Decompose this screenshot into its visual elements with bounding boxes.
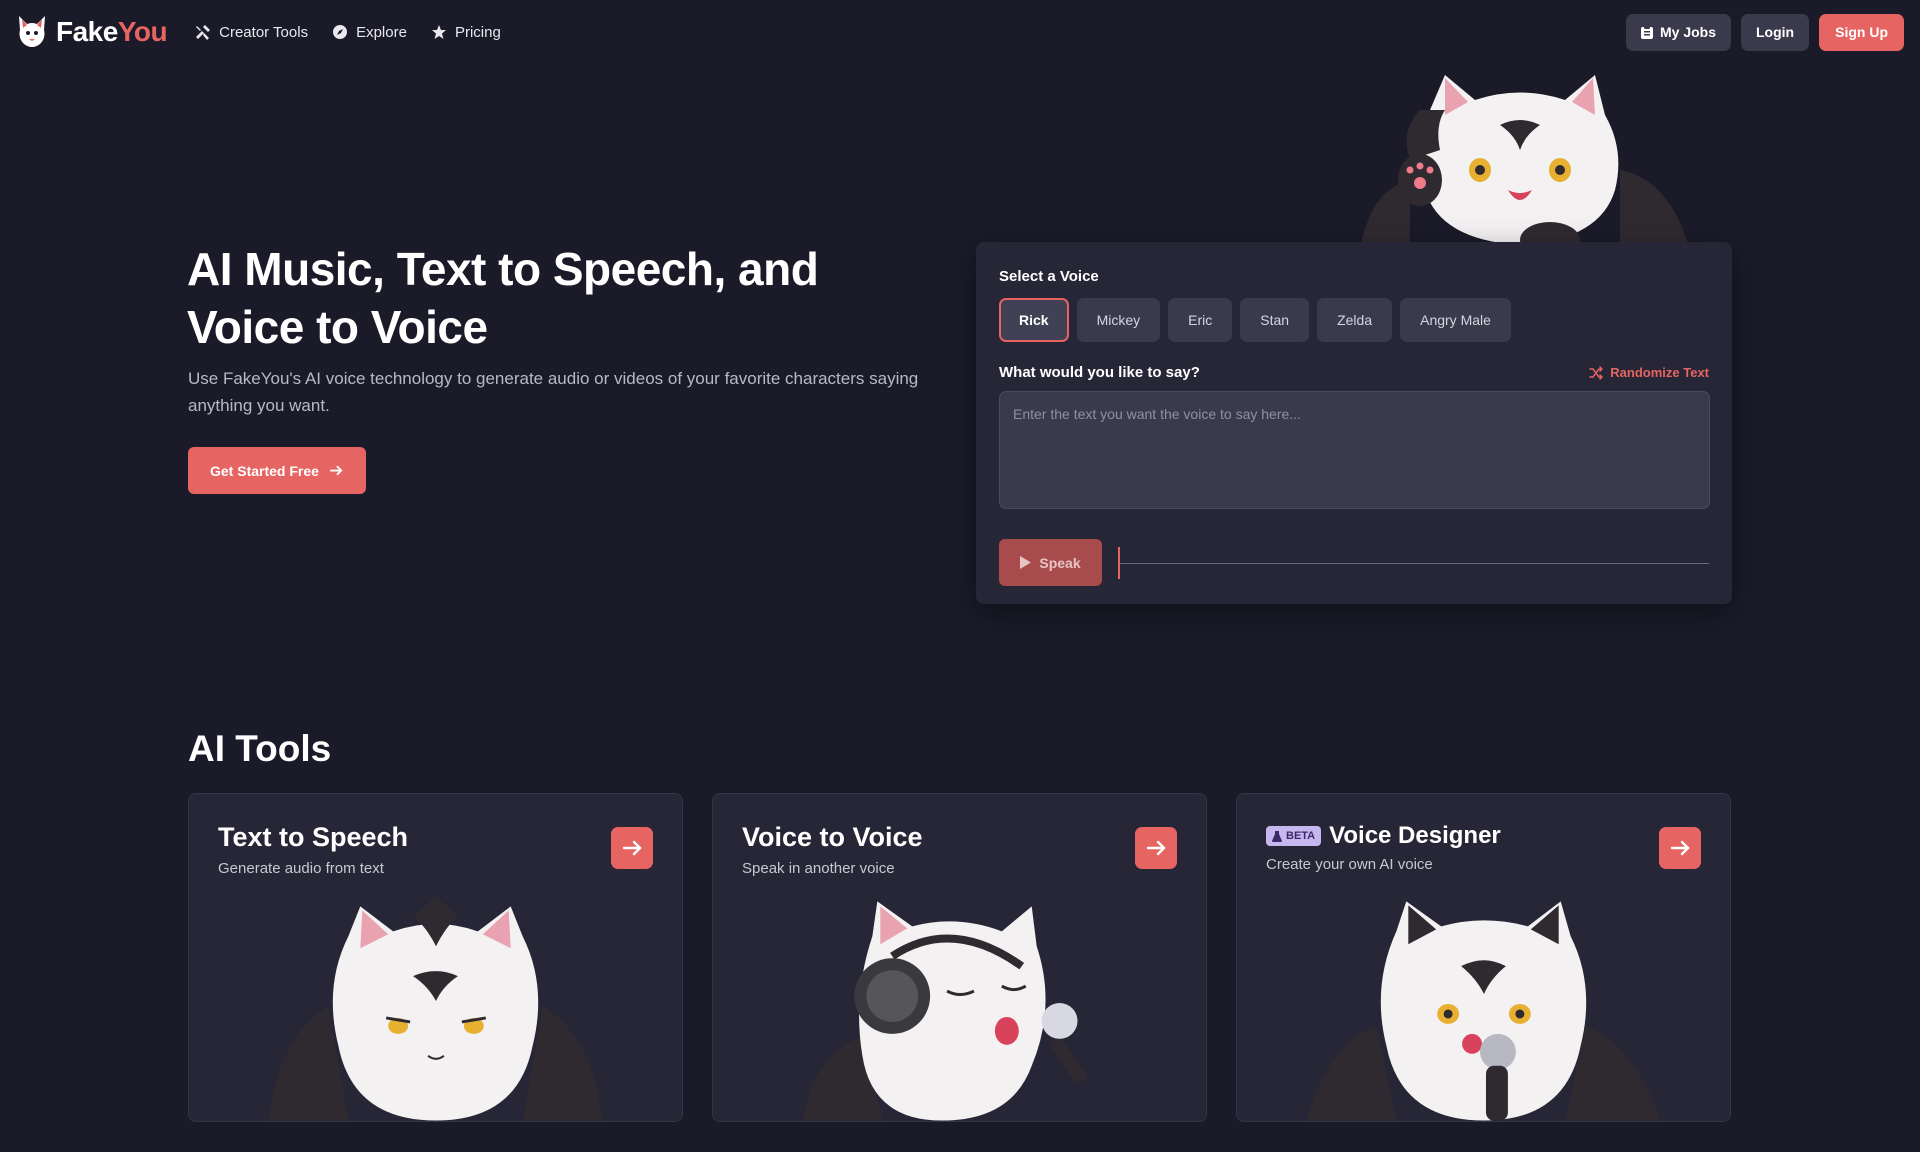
card-title: Text to Speech — [218, 822, 409, 852]
my-jobs-button[interactable]: My Jobs — [1625, 13, 1731, 51]
nav-links: Creator Tools Explore Pricing — [195, 24, 501, 41]
say-row: What would you like to say? Randomize Te… — [999, 364, 1709, 381]
clipboard-icon — [1640, 25, 1653, 39]
speak-button[interactable]: Speak — [999, 539, 1102, 586]
tools-icon — [196, 25, 211, 40]
star-icon — [431, 25, 446, 39]
arrow-right-icon — [1146, 840, 1166, 856]
card-subtitle: Generate audio from text — [218, 860, 384, 877]
voice-chips: Rick Mickey Eric Stan Zelda Angry Male — [999, 298, 1709, 342]
nav-actions: My Jobs Login Sign Up — [1625, 13, 1904, 51]
voice-chip-mickey[interactable]: Mickey — [1076, 298, 1161, 342]
voice-chip-zelda[interactable]: Zelda — [1317, 298, 1393, 342]
arrow-right-icon — [329, 465, 343, 476]
mascot-tts-illustration — [268, 896, 603, 1121]
speak-row: Speak — [999, 539, 1709, 586]
tts-text-input[interactable] — [999, 391, 1710, 509]
arrow-right-icon — [1670, 840, 1690, 856]
play-icon — [1020, 556, 1032, 569]
nav-explore[interactable]: Explore — [332, 24, 407, 41]
hero-subtitle: Use FakeYou's AI voice technology to gen… — [188, 369, 919, 415]
say-label: What would you like to say? — [999, 364, 1200, 381]
shuffle-icon — [1589, 365, 1604, 380]
voice-chip-eric[interactable]: Eric — [1168, 298, 1233, 342]
card-voice-to-voice[interactable]: Voice to Voice Speak in another voice — [712, 793, 1207, 1122]
card-text-to-speech[interactable]: Text to Speech Generate audio from text — [188, 793, 683, 1122]
select-voice-label: Select a Voice — [999, 268, 1099, 285]
mascot-v2v-illustration — [802, 901, 1087, 1121]
flask-icon — [1272, 830, 1282, 842]
mascot-designer-illustration — [1306, 901, 1661, 1121]
fox-logo-icon — [19, 16, 45, 47]
waveform-baseline — [1118, 562, 1709, 564]
voice-chip-angry-male[interactable]: Angry Male — [1400, 298, 1511, 342]
arrow-right-icon — [622, 840, 642, 856]
card-title: Voice Designer — [1329, 822, 1501, 849]
login-button[interactable]: Login — [1741, 13, 1810, 51]
playhead — [1118, 546, 1120, 579]
card-arrow-button[interactable] — [1135, 827, 1177, 869]
get-started-button[interactable]: Get Started Free — [188, 447, 366, 494]
brand-name: FakeYou — [56, 16, 168, 47]
beta-badge: BETA — [1266, 826, 1322, 846]
card-arrow-button[interactable] — [611, 827, 653, 869]
tts-panel: Select a Voice Rick Mickey Eric Stan Zel… — [976, 242, 1732, 604]
nav-pricing[interactable]: Pricing — [431, 24, 501, 41]
card-voice-designer[interactable]: BETA Voice Designer Create your own AI v… — [1236, 793, 1731, 1122]
card-subtitle: Create your own AI voice — [1266, 856, 1433, 873]
ai-tools-title: AI Tools — [188, 728, 332, 769]
mascot-illustration — [1360, 75, 1690, 260]
logo[interactable]: FakeYou — [16, 14, 168, 50]
top-navbar: FakeYou Creator Tools Explore Pricing My… — [0, 0, 1920, 64]
card-subtitle: Speak in another voice — [742, 860, 895, 877]
voice-chip-stan[interactable]: Stan — [1240, 298, 1310, 342]
audio-waveform[interactable] — [1118, 543, 1709, 583]
card-title-row: BETA Voice Designer — [1266, 822, 1501, 850]
card-arrow-button[interactable] — [1659, 827, 1701, 869]
nav-creator-tools[interactable]: Creator Tools — [195, 24, 308, 41]
signup-button[interactable]: Sign Up — [1819, 13, 1904, 51]
hero-title: AI Music, Text to Speech, and Voice to V… — [187, 243, 819, 353]
randomize-text-button[interactable]: Randomize Text — [1589, 365, 1709, 380]
voice-chip-rick[interactable]: Rick — [999, 298, 1069, 342]
card-title: Voice to Voice — [742, 822, 923, 852]
compass-icon — [333, 25, 348, 39]
